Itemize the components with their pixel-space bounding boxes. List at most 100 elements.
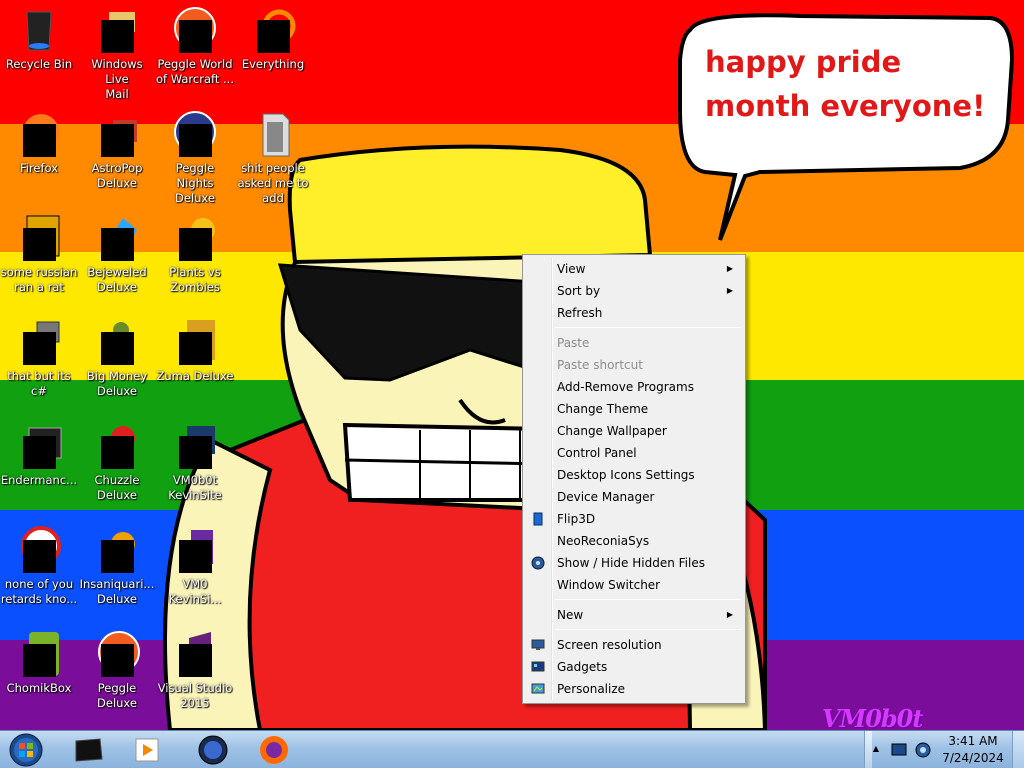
menu-item-gadgets[interactable]: Gadgets	[525, 656, 743, 678]
menu-item-refresh[interactable]: Refresh	[525, 302, 743, 324]
character-hat	[287, 144, 653, 265]
menu-item-label: Sort by	[557, 284, 601, 298]
menu-separator	[555, 629, 741, 630]
desktop-icon-peggle-world-of-warcraft[interactable]: Peggle World of Warcraft ...	[156, 6, 234, 87]
taskbar-item-terminal[interactable]	[62, 733, 114, 767]
menu-item-flip3d[interactable]: Flip3D	[525, 508, 743, 530]
action-center-icon[interactable]	[890, 741, 908, 759]
desktop-icon-chuzzle-deluxe[interactable]: Chuzzle Deluxe	[78, 422, 156, 503]
network-icon[interactable]	[914, 741, 932, 759]
desktop-icon-vm0-kevinsite[interactable]: VM0 KevinSi...	[156, 526, 234, 607]
menu-item-view[interactable]: View ▶	[525, 258, 743, 280]
menu-item-new[interactable]: New ▶	[525, 604, 743, 626]
taskbar-item-globe[interactable]	[186, 733, 238, 767]
peggle-nights-deluxe-icon	[171, 110, 219, 158]
submenu-arrow-icon: ▶	[726, 264, 733, 273]
desktop-icon-astropop-deluxe[interactable]: AstroPop Deluxe	[78, 110, 156, 191]
desktop-icon-bejeweled-deluxe[interactable]: Bejeweled Deluxe	[78, 214, 156, 295]
desktop-icon-label: Recycle Bin	[5, 57, 73, 71]
menu-item-label: Control Panel	[557, 446, 637, 460]
menu-item-neoreconiasys[interactable]: NeoReconiaSys	[525, 530, 743, 552]
desktop-icon-recycle-bin[interactable]: Recycle Bin	[0, 6, 78, 72]
desktop-icon-label: Visual Studio 2015	[157, 681, 233, 710]
desktop-icon-visual-studio-2015[interactable]: Visual Studio 2015	[156, 630, 234, 711]
menu-item-label: Paste	[557, 336, 590, 350]
everything-search-icon	[249, 6, 297, 54]
menu-item-window-switcher[interactable]: Window Switcher	[525, 574, 743, 596]
bejeweled-deluxe-icon	[93, 214, 141, 262]
desktop-icon-label: Everything	[241, 57, 305, 71]
menu-item-label: NeoReconiaSys	[557, 534, 650, 548]
chuzzle-deluxe-icon	[93, 422, 141, 470]
terminal-app-icon	[75, 738, 103, 762]
desktop-icon-chomikbox[interactable]: ChomikBox	[0, 630, 78, 696]
desktop-icon-big-money-deluxe[interactable]: Big Money Deluxe	[78, 318, 156, 399]
desktop-icon-folder[interactable]: shit people asked me to add	[234, 110, 312, 206]
desktop-icon-zuma-deluxe[interactable]: Zuma Deluxe	[156, 318, 234, 384]
taskbar: ▲ 3:41 AM 7/24/2024	[0, 730, 1024, 768]
menu-item-label: Add-Remove Programs	[557, 380, 694, 394]
taskbar-item-firefox[interactable]	[248, 733, 300, 767]
desktop-icon-peggle-deluxe[interactable]: Peggle Deluxe	[78, 630, 156, 711]
desktop-icon-label: VM0 KevinSi...	[168, 577, 222, 606]
menu-item-label: New	[557, 608, 584, 622]
desktop-icon-label: Plants vs Zombies	[169, 265, 221, 294]
menu-item-change-wallpaper[interactable]: Change Wallpaper	[525, 420, 743, 442]
menu-item-device-manager[interactable]: Device Manager	[525, 486, 743, 508]
menu-item-control-panel[interactable]: Control Panel	[525, 442, 743, 464]
desktop-icon-label: Big Money Deluxe	[86, 369, 148, 398]
menu-item-label: Change Theme	[557, 402, 649, 416]
application-icon	[15, 526, 63, 574]
menu-item-show-hide-hidden-files[interactable]: Show / Hide Hidden Files	[525, 552, 743, 574]
show-desktop-button[interactable]	[1012, 731, 1024, 768]
application-icon	[15, 214, 63, 262]
menu-item-paste-shortcut[interactable]: Paste shortcut	[525, 354, 743, 376]
desktop-icon-peggle-nights-deluxe[interactable]: Peggle Nights Deluxe	[156, 110, 234, 206]
desktop-icon-label: VM0b0t KevinSite	[168, 473, 222, 502]
submenu-arrow-icon: ▶	[726, 286, 733, 295]
desktop-icon-label: Bejeweled Deluxe	[87, 265, 147, 294]
menu-item-screen-resolution[interactable]: Screen resolution	[525, 634, 743, 656]
menu-item-personalize[interactable]: Personalize	[525, 678, 743, 700]
desktop-icon-everything[interactable]: Everything	[234, 6, 312, 72]
system-clock[interactable]: 3:41 AM 7/24/2024	[938, 733, 1008, 767]
menu-item-desktop-icons-settings[interactable]: Desktop Icons Settings	[525, 464, 743, 486]
folder-icon	[249, 110, 297, 158]
globe-app-icon	[198, 735, 228, 765]
desktop-icon-some-russian-ran-a-rat[interactable]: some russian ran a rat	[0, 214, 78, 295]
website-icon	[171, 422, 219, 470]
speech-bubble-text: happy pride month everyone!	[705, 45, 986, 123]
big-money-deluxe-icon	[93, 318, 141, 366]
menu-separator	[555, 599, 741, 600]
menu-item-sort-by[interactable]: Sort by ▶	[525, 280, 743, 302]
desktop-icon-label: Zuma Deluxe	[156, 369, 234, 383]
firefox-icon	[15, 110, 63, 158]
menu-item-label: Refresh	[557, 306, 603, 320]
windows-orb-icon	[9, 733, 43, 767]
menu-item-label: Flip3D	[557, 512, 596, 526]
menu-item-paste[interactable]: Paste	[525, 332, 743, 354]
desktop-icon-none-of-you[interactable]: none of you retards kno...	[0, 526, 78, 607]
desktop-icon-label: Windows Live Mail	[91, 57, 143, 101]
desktop-icon-label: ChomikBox	[6, 681, 72, 695]
astropop-deluxe-icon	[93, 110, 141, 158]
desktop-icon-vm0b0t-kevinsite[interactable]: VM0b0t KevinSite	[156, 422, 234, 503]
desktop-icon-insaniquarium-deluxe[interactable]: Insaniquari... Deluxe	[78, 526, 156, 607]
desktop-icon-label: Insaniquari... Deluxe	[79, 577, 155, 606]
menu-item-label: Personalize	[557, 682, 626, 696]
show-hidden-icons-button[interactable]: ▲	[870, 741, 882, 757]
menu-item-add-remove-programs[interactable]: Add-Remove Programs	[525, 376, 743, 398]
menu-item-change-theme[interactable]: Change Theme	[525, 398, 743, 420]
taskbar-item-media-player[interactable]	[122, 733, 174, 767]
desktop-icon-firefox[interactable]: Firefox	[0, 110, 78, 176]
desktop-icon-that-but-its-csharp[interactable]: that but its c#	[0, 318, 78, 399]
desktop-icon-endermanch[interactable]: Endermanc...	[0, 422, 78, 488]
desktop-icon-plants-vs-zombies[interactable]: Plants vs Zombies	[156, 214, 234, 295]
menu-item-label: Desktop Icons Settings	[557, 468, 695, 482]
desktop-icon-label: Peggle World of Warcraft ...	[156, 57, 234, 86]
desktop-icon-windows-live-mail[interactable]: Windows Live Mail	[78, 6, 156, 102]
desktop-icon-label: shit people asked me to add	[237, 161, 309, 205]
visual-studio-project-icon	[171, 526, 219, 574]
start-button[interactable]	[4, 732, 48, 768]
clock-date: 7/24/2024	[942, 751, 1004, 765]
